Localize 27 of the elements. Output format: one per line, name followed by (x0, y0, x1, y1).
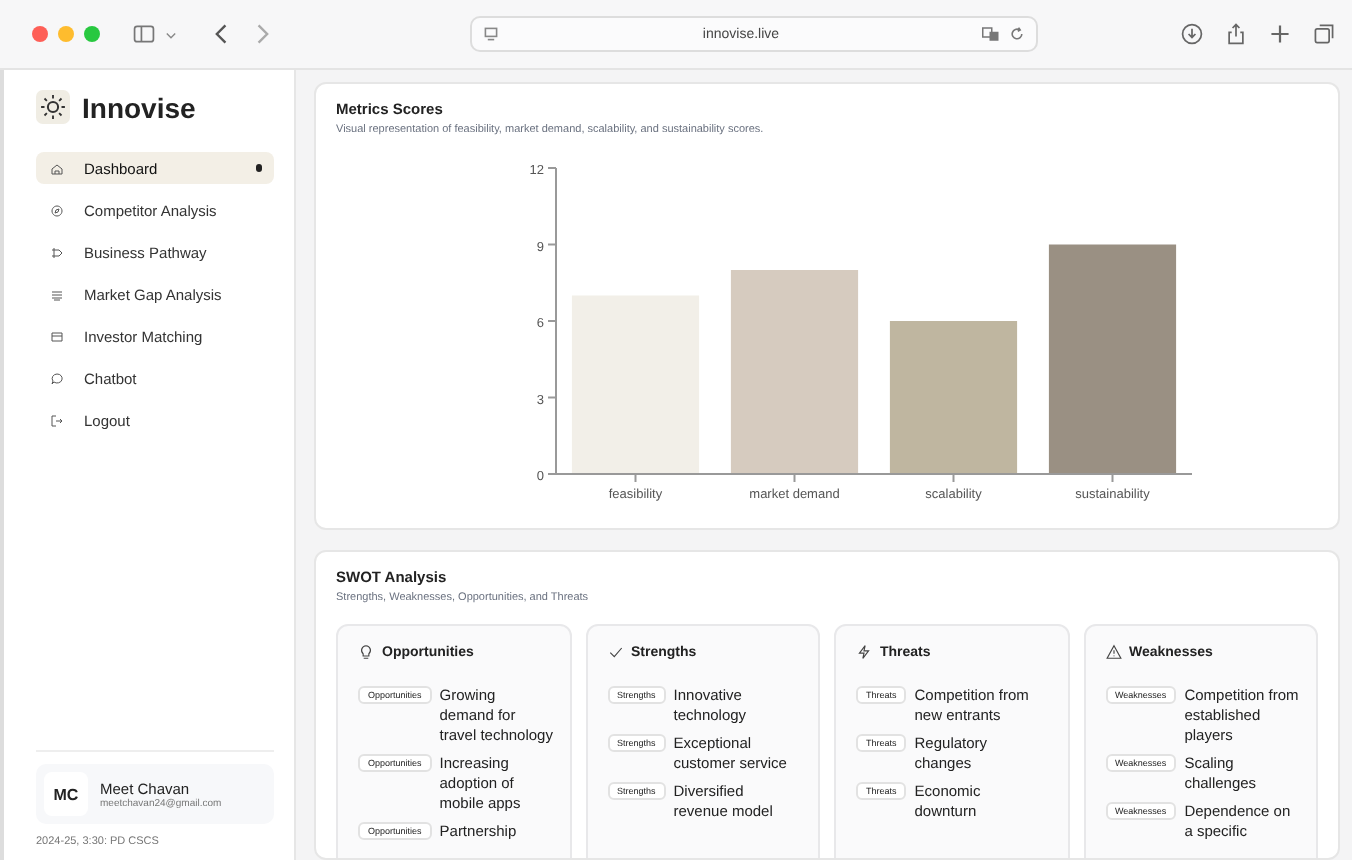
page-icon (482, 26, 500, 42)
logo-icon (36, 90, 70, 124)
minimize-window-button[interactable] (58, 26, 74, 42)
card-icon (50, 329, 64, 343)
compass-icon (50, 203, 64, 217)
check-icon (607, 644, 623, 660)
new-tab-icon[interactable] (1268, 22, 1292, 46)
chevron-down-icon[interactable] (164, 27, 178, 41)
chat-icon (50, 371, 64, 385)
close-window-button[interactable] (32, 26, 48, 42)
logout-icon (50, 413, 64, 427)
reload-icon[interactable] (1008, 26, 1026, 42)
download-icon[interactable] (1180, 22, 1204, 46)
active-dot (255, 164, 262, 172)
brand-name: Innovise (82, 91, 196, 123)
bulb-icon (358, 644, 374, 660)
translate-icon[interactable] (982, 26, 1000, 42)
warning-icon (1105, 644, 1121, 660)
home-icon (50, 161, 64, 175)
maximize-window-button[interactable] (84, 26, 100, 42)
tabs-overview-icon[interactable] (1312, 22, 1336, 46)
layers-icon (50, 287, 64, 301)
sidebar-toggle-icon[interactable] (132, 22, 156, 46)
share-icon[interactable] (1224, 22, 1248, 46)
bolt-icon (856, 644, 872, 660)
route-icon (50, 245, 64, 259)
avatar: MC (44, 772, 88, 816)
